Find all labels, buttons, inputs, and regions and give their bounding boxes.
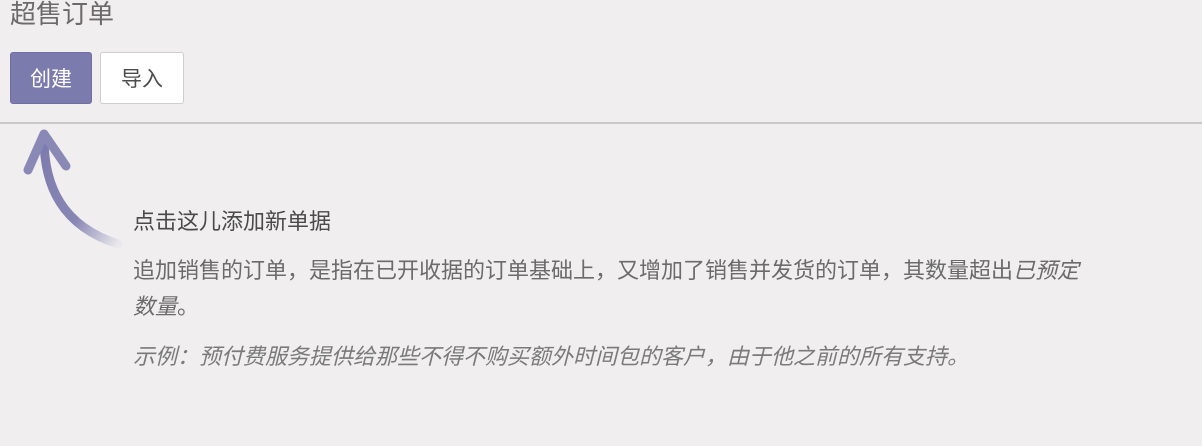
curved-up-arrow-icon bbox=[23, 129, 123, 249]
page: 超售订单 创建 导入 点击这儿添加新单据 追加销售的订单，是指在已开收据的订单基… bbox=[0, 0, 1202, 446]
create-button[interactable]: 创建 bbox=[10, 52, 92, 104]
help-title: 点击这儿添加新单据 bbox=[133, 210, 332, 235]
page-title: 超售订单 bbox=[10, 0, 115, 30]
divider bbox=[0, 122, 1202, 124]
help-description: 追加销售的订单，是指在已开收据的订单基础上，又增加了销售并发货的订单，其数量超出… bbox=[133, 254, 1083, 326]
help-example: 示例：预付费服务提供给那些不得不购买额外时间包的客户，由于他之前的所有支持。 bbox=[133, 345, 970, 370]
import-button[interactable]: 导入 bbox=[100, 52, 184, 104]
help-body-end: 。 bbox=[177, 295, 200, 320]
help-body-text: 追加销售的订单，是指在已开收据的订单基础上，又增加了销售并发货的订单，其数量超出 bbox=[133, 259, 1014, 284]
